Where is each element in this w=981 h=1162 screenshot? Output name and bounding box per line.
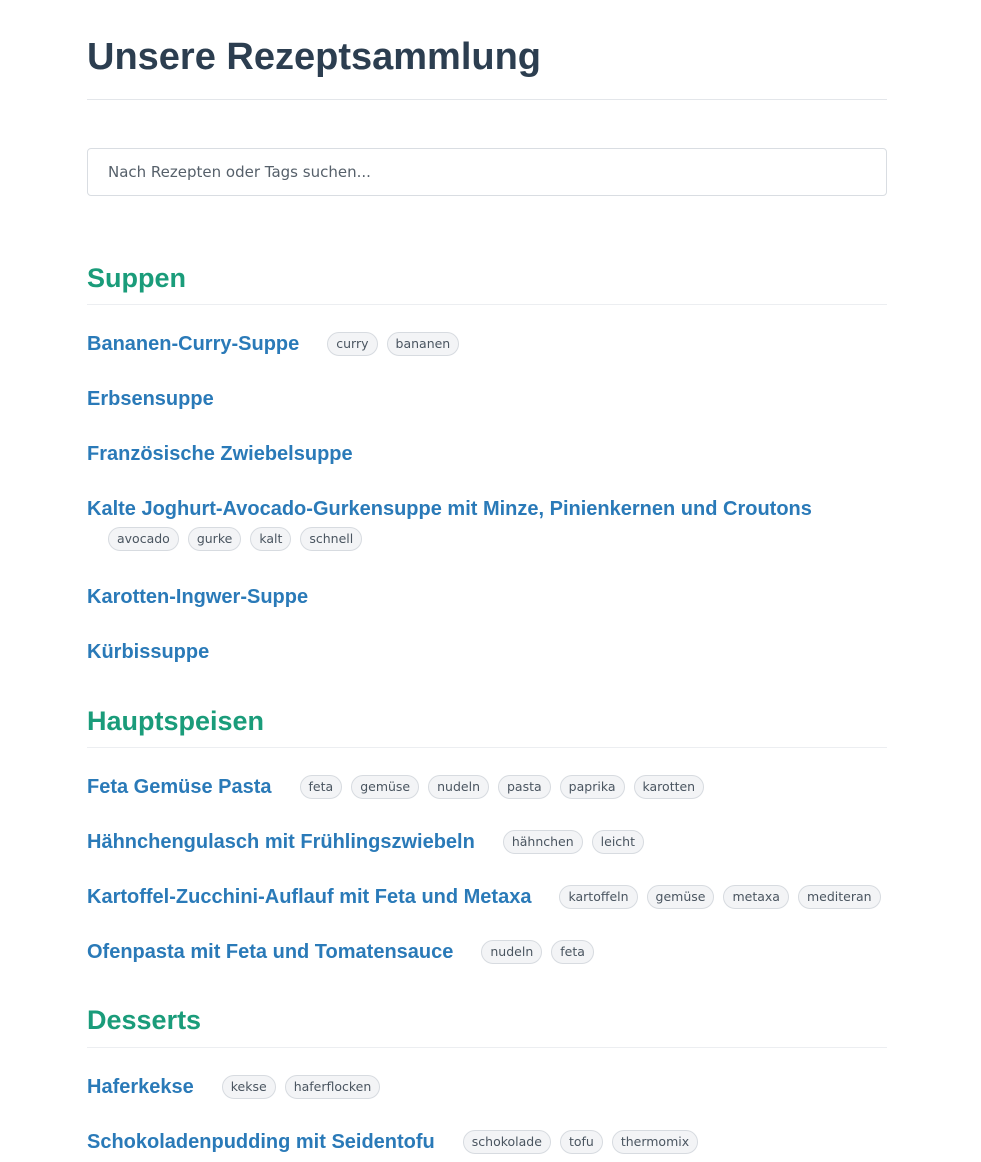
recipe-link[interactable]: Hähnchengulasch mit Frühlingszwiebeln <box>87 829 475 855</box>
tag-badge[interactable]: paprika <box>559 775 625 799</box>
recipe-link[interactable]: Feta Gemüse Pasta <box>87 774 272 800</box>
tag-badge[interactable]: kekse <box>221 1075 276 1099</box>
recipe-item: Haferkekse kekse haferflocken <box>87 1074 907 1100</box>
tag-badge[interactable]: mediteran <box>797 885 881 909</box>
tag-badge[interactable]: schnell <box>300 527 363 551</box>
tag-badge[interactable]: bananen <box>386 332 460 356</box>
recipe-tags: kekse haferflocken <box>216 1075 384 1099</box>
recipe-item: Kalte Joghurt-Avocado-Gurkensuppe mit Mi… <box>87 496 907 551</box>
tag-badge[interactable]: tofu <box>559 1130 603 1154</box>
recipe-link[interactable]: Haferkekse <box>87 1074 194 1100</box>
recipe-tags: curry bananen <box>321 332 462 356</box>
recipe-tags: nudeln feta <box>475 940 597 964</box>
recipe-tags: schokolade tofu thermomix <box>457 1130 701 1154</box>
recipe-link[interactable]: Schokoladenpudding mit Seidentofu <box>87 1129 435 1155</box>
tag-badge[interactable]: haferflocken <box>284 1075 381 1099</box>
tag-badge[interactable]: nudeln <box>481 940 543 964</box>
tag-badge[interactable]: kalt <box>250 527 292 551</box>
section-title-suppen: Suppen <box>87 263 186 293</box>
recipe-tags: hähnchen leicht <box>497 830 647 854</box>
recipe-link[interactable]: Erbsensuppe <box>87 386 214 412</box>
tag-badge[interactable]: kartoffeln <box>559 885 638 909</box>
tag-badge[interactable]: gurke <box>187 527 242 551</box>
tag-badge[interactable]: pasta <box>498 775 551 799</box>
tag-badge[interactable]: thermomix <box>611 1130 699 1154</box>
recipe-item: Bananen-Curry-Suppe curry bananen <box>87 331 907 357</box>
tag-badge[interactable]: feta <box>299 775 343 799</box>
recipe-item: Ofenpasta mit Feta und Tomatensauce nudel… <box>87 939 907 965</box>
recipe-link[interactable]: Kürbissuppe <box>87 639 209 665</box>
recipe-item: Kartoffel-Zucchini-Auflauf mit Feta und … <box>87 884 907 910</box>
tag-badge[interactable]: curry <box>327 332 378 356</box>
recipe-item: Französische Zwiebelsuppe <box>87 441 907 467</box>
recipe-link[interactable]: Kalte Joghurt-Avocado-Gurkensuppe mit Mi… <box>87 496 812 522</box>
title-divider <box>87 99 887 100</box>
recipe-link[interactable]: Kartoffel-Zucchini-Auflauf mit Feta und … <box>87 884 531 910</box>
recipe-item: Schokoladenpudding mit Seidentofu schokol… <box>87 1129 907 1155</box>
tag-badge[interactable]: hähnchen <box>502 830 583 854</box>
tag-badge[interactable]: gemüse <box>351 775 420 799</box>
tag-badge[interactable]: metaxa <box>723 885 789 909</box>
recipe-tags: avocado gurke kalt schnell <box>87 527 907 551</box>
recipe-link[interactable]: Karotten-Ingwer-Suppe <box>87 584 308 610</box>
section-divider <box>87 747 887 748</box>
tag-badge[interactable]: avocado <box>108 527 179 551</box>
recipe-item: Karotten-Ingwer-Suppe <box>87 584 907 610</box>
tag-badge[interactable]: schokolade <box>462 1130 551 1154</box>
section-title-hauptspeisen: Hauptspeisen <box>87 706 265 736</box>
recipe-item: Hähnchengulasch mit Frühlingszwiebeln häh… <box>87 829 907 855</box>
recipe-item: Feta Gemüse Pasta feta gemüse nudeln pasta pa… <box>87 774 907 800</box>
page-title: Unsere Rezeptsammlung <box>87 36 542 78</box>
recipe-item: Kürbissuppe <box>87 639 907 665</box>
tag-badge[interactable]: gemüse <box>646 885 715 909</box>
tag-badge[interactable]: leicht <box>591 830 645 854</box>
section-title-desserts: Desserts <box>87 1005 202 1035</box>
recipe-item: Erbsensuppe <box>87 386 907 412</box>
recipe-link[interactable]: Französische Zwiebelsuppe <box>87 441 353 467</box>
tag-badge[interactable]: nudeln <box>428 775 489 799</box>
recipe-link[interactable]: Ofenpasta mit Feta und Tomatensauce <box>87 939 453 965</box>
tag-badge[interactable]: karotten <box>633 775 705 799</box>
section-divider <box>87 304 887 305</box>
section-divider <box>87 1047 887 1048</box>
search-input[interactable] <box>87 148 887 196</box>
recipe-tags: feta gemüse nudeln pasta paprika karotten <box>294 775 708 799</box>
recipe-link[interactable]: Bananen-Curry-Suppe <box>87 331 299 357</box>
recipe-tags: kartoffeln gemüse metaxa mediteran <box>553 885 883 909</box>
tag-badge[interactable]: feta <box>551 940 594 964</box>
